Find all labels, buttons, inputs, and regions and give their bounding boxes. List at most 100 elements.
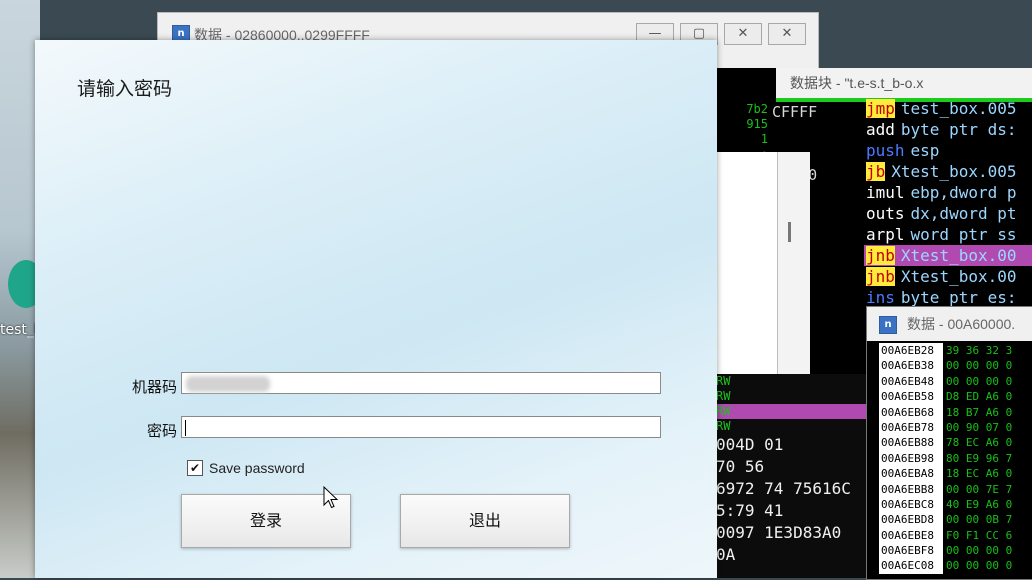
memory-address: 00A6EB58 xyxy=(879,389,943,405)
close-button[interactable]: ✕ xyxy=(724,23,762,45)
disasm-operands: Xtest_box.00 xyxy=(900,267,1017,286)
disasm-operands: Xtest_box.00 xyxy=(900,246,1017,265)
memory-row[interactable]: 00A6EC08 00 00 00 0 xyxy=(879,558,1032,574)
register-line: 70 56 xyxy=(716,457,765,476)
disasm-mnemonic: ins xyxy=(866,288,895,307)
disasm-row[interactable]: jnb Xtest_box.00 xyxy=(864,245,1032,266)
disasm-mnemonic: imul xyxy=(866,183,905,202)
memory-bytes: 18 EC A6 0 xyxy=(946,467,1013,481)
desktop-icon-label: test_b xyxy=(0,322,40,338)
hex-cell: 915 xyxy=(746,117,768,131)
exit-button[interactable]: 退出 xyxy=(400,494,570,548)
register-line: 0097 1E3D83A0 xyxy=(716,523,842,542)
middle-window[interactable] xyxy=(716,152,810,374)
rw-flag: RW xyxy=(716,419,731,433)
memory-bytes: 00 00 00 0 xyxy=(946,544,1013,558)
memory-row[interactable]: 00A6EBB8 00 00 7E 7 xyxy=(879,481,1032,497)
disasm-operands: dx,dword pt xyxy=(910,204,1017,223)
disasm-mnemonic: outs xyxy=(866,204,905,223)
save-password-label[interactable]: Save password xyxy=(209,460,305,476)
disasm-operands: Xtest_box.005 xyxy=(891,162,1017,181)
memory-row[interactable]: 00A6EBF8 00 00 00 0 xyxy=(879,543,1032,559)
memory-row[interactable]: 00A6EB38 00 00 00 0 xyxy=(879,358,1032,374)
memory-row[interactable]: 00A6EB88 78 EC A6 0 xyxy=(879,435,1032,451)
rw-flag-highlight: RW xyxy=(716,404,866,419)
register-lines: 004D 01 70 56 6972 74 75616C 5:79 41 0097 1E… xyxy=(716,434,866,566)
window-app-icon: n xyxy=(879,316,897,334)
machine-code-label: 机器码 xyxy=(131,378,177,396)
memory-bytes: 80 E9 96 7 xyxy=(946,451,1013,465)
disasm-operands: esp xyxy=(910,141,940,160)
memory-window-titlebar: n 数据 - 00A60000. xyxy=(867,307,1032,341)
password-label: 密码 xyxy=(146,422,177,440)
memory-row[interactable]: 00A6EB78 00 90 07 0 xyxy=(879,419,1032,436)
memory-row[interactable]: 00A6EBA8 18 EC A6 0 xyxy=(879,466,1032,482)
disasm-operands: ebp,dword p xyxy=(910,183,1017,202)
memory-row[interactable]: 00A6EB68 18 B7 A6 0 xyxy=(879,404,1032,420)
disasm-mnemonic: jb xyxy=(866,162,886,181)
disasm-mnemonic: jmp xyxy=(866,99,895,118)
memory-bytes: 78 EC A6 0 xyxy=(946,436,1013,450)
disasm-mnemonic: add xyxy=(866,120,895,139)
memory-address: 00A6EB28 xyxy=(879,343,943,359)
memory-bytes: 00 90 07 0 xyxy=(946,420,1013,434)
memory-row[interactable]: 00A6EB98 80 E9 96 7 xyxy=(879,450,1032,467)
machine-code-input[interactable] xyxy=(181,372,661,394)
address-cell xyxy=(772,123,862,144)
save-password-checkbox[interactable]: ✔ xyxy=(187,460,203,476)
register-line: 5:79 41 xyxy=(716,501,784,520)
memory-row[interactable]: 00A6EBC8 40 E9 A6 0 xyxy=(879,496,1032,513)
memory-rows: 00A6EB28 39 36 32 3 00A6EB38 00 00 00 0 00A6… xyxy=(879,343,1032,574)
memory-window-title: 数据 - 00A60000. xyxy=(907,316,1016,332)
disasm-row[interactable]: ins byte ptr es: xyxy=(864,287,1032,308)
disassembly-list[interactable]: jmp test_box.005 add byte ptr ds: push esp jb X… xyxy=(864,98,1032,308)
memory-row[interactable]: 00A6EB58 D8 ED A6 0 xyxy=(879,389,1032,405)
scroll-thumb[interactable] xyxy=(788,222,791,242)
disasm-row[interactable]: push esp xyxy=(864,140,1032,161)
login-dialog: 请输入密码 机器码 密码 ✔ Save password 登录 退出 xyxy=(35,40,717,578)
machine-code-redacted xyxy=(186,376,270,392)
cpu-window-title: 数据块 - "t.e-s.t_b-o.x xyxy=(776,68,1032,98)
disasm-row[interactable]: outs dx,dword pt xyxy=(864,203,1032,224)
close-button-2[interactable]: ✕ xyxy=(768,23,806,45)
address-cell: CFFFF xyxy=(772,103,818,121)
memory-address: 00A6EBA8 xyxy=(879,466,943,482)
memory-row[interactable]: 00A6EB48 00 00 00 0 xyxy=(879,373,1032,390)
disasm-operands: word ptr ss xyxy=(910,225,1017,244)
disasm-row[interactable]: jb Xtest_box.005 xyxy=(864,161,1032,182)
memory-address: 00A6EB98 xyxy=(879,450,943,467)
disasm-operands: test_box.005 xyxy=(900,99,1017,118)
disasm-mnemonic: jnb xyxy=(866,246,895,265)
disasm-row[interactable]: add byte ptr ds: xyxy=(864,119,1032,140)
disasm-operands: byte ptr ds: xyxy=(900,120,1017,139)
memory-bytes: 00 00 00 0 xyxy=(946,359,1013,373)
memory-row[interactable]: 00A6EB28 39 36 32 3 xyxy=(879,343,1032,359)
memory-bytes: 40 E9 A6 0 xyxy=(946,497,1013,511)
memory-address: 00A6EB88 xyxy=(879,435,943,451)
memory-address: 00A6EBF8 xyxy=(879,543,943,559)
disasm-row[interactable]: jmp test_box.005 xyxy=(864,98,1032,119)
memory-bytes: 00 00 7E 7 xyxy=(946,482,1013,496)
memory-address: 00A6EBB8 xyxy=(879,481,943,497)
memory-bytes: 00 00 00 0 xyxy=(946,559,1013,573)
disasm-operands: byte ptr es: xyxy=(900,288,1017,307)
disasm-mnemonic: push xyxy=(866,141,905,160)
middle-window-scrollbar[interactable] xyxy=(777,152,810,374)
rw-flag: RW xyxy=(716,389,731,403)
memory-bytes: F0 F1 CC 6 xyxy=(946,528,1013,542)
memory-bytes: 00 00 00 0 xyxy=(946,374,1013,388)
memory-address: 00A6EBD8 xyxy=(879,512,943,528)
disasm-row[interactable]: imul ebp,dword p xyxy=(864,182,1032,203)
disasm-row[interactable]: jnb Xtest_box.00 xyxy=(864,266,1032,287)
rw-flag: RW xyxy=(716,374,731,388)
memory-address: 00A6EBE8 xyxy=(879,527,943,544)
register-strip: RW RW RW RW 004D 01 70 56 6972 74 75616C 5:… xyxy=(716,374,866,578)
memory-bytes: D8 ED A6 0 xyxy=(946,390,1013,404)
memory-dump-window[interactable]: n 数据 - 00A60000. 00A6EB28 39 36 32 3 00A6E… xyxy=(866,306,1032,580)
memory-row[interactable]: 00A6EBD8 00 00 0B 7 xyxy=(879,512,1032,528)
memory-row[interactable]: 00A6EBE8 F0 F1 CC 6 xyxy=(879,527,1032,544)
dialog-title: 请输入密码 xyxy=(77,78,173,100)
password-input[interactable] xyxy=(181,416,661,438)
register-line: 0A xyxy=(716,545,736,564)
disasm-row[interactable]: arpl word ptr ss xyxy=(864,224,1032,245)
